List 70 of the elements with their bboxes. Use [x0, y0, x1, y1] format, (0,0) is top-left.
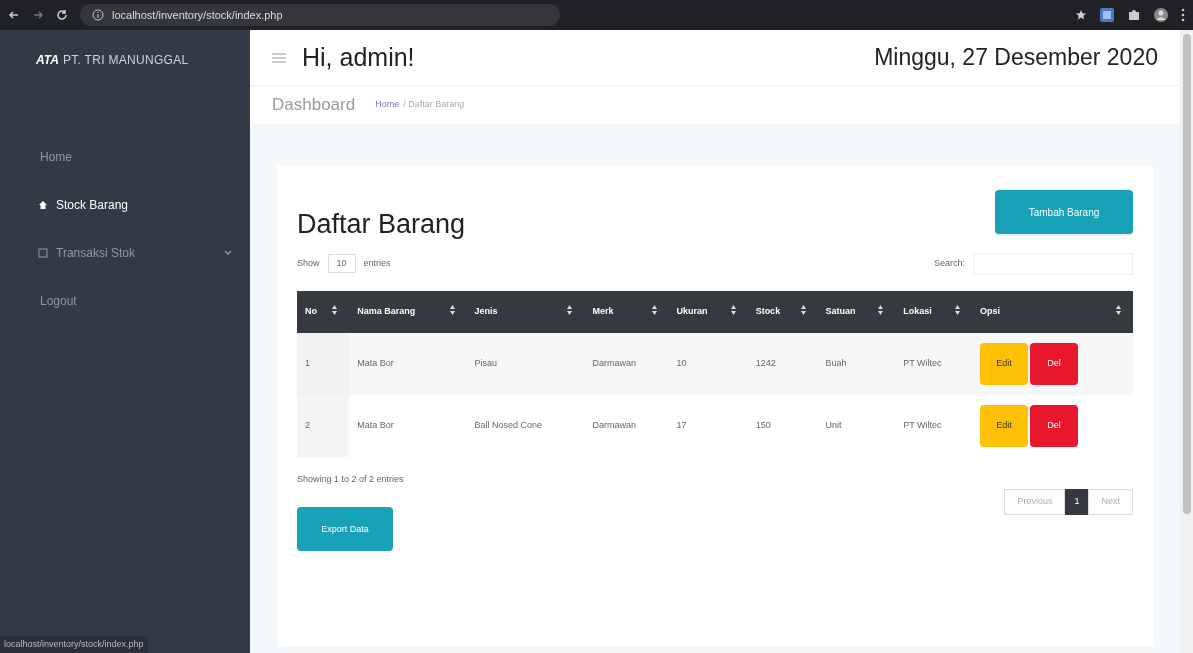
sort-icon[interactable]	[954, 304, 960, 315]
star-icon[interactable]	[1075, 9, 1087, 21]
sidebar-item[interactable]: Logout	[0, 279, 250, 323]
address-bar[interactable]: localhost/inventory/stock/index.php	[80, 4, 560, 26]
table-cell: Buah	[825, 357, 847, 368]
column-header[interactable]: Stock	[755, 304, 810, 319]
sort-icon[interactable]	[332, 304, 338, 315]
forward-icon[interactable]	[32, 9, 44, 21]
table-cell: Ball Nosed Cone	[474, 419, 543, 430]
back-icon[interactable]	[8, 9, 20, 21]
column-header[interactable]: No	[305, 304, 342, 319]
reload-icon[interactable]	[56, 9, 68, 21]
page-button[interactable]: 1	[1065, 488, 1089, 515]
sort-icon[interactable]	[800, 304, 806, 315]
table-cell: 10	[676, 357, 687, 368]
column-header[interactable]: Satuan	[825, 304, 888, 319]
edit-button[interactable]: Edit	[979, 342, 1028, 385]
scrollbar-thumb[interactable]	[1182, 34, 1191, 514]
sidebar-item[interactable]: Stock Barang	[0, 183, 250, 227]
table-cell: 1	[305, 357, 310, 368]
entries-label: entries	[363, 256, 391, 270]
search-label: Search:	[933, 256, 965, 270]
greeting: Hi, admin!	[302, 41, 415, 73]
table-cell: Pisau	[474, 357, 497, 368]
sidebar-item[interactable]: Transaksi Stok	[0, 231, 250, 275]
sort-icon[interactable]	[567, 304, 573, 315]
column-header[interactable]: Jenis	[474, 304, 577, 319]
table-cell: Darmawan	[592, 357, 636, 368]
table-cell: 150	[755, 419, 771, 430]
sort-icon[interactable]	[651, 304, 657, 315]
brand-name: PT. TRI MANUNGGAL	[62, 52, 189, 69]
column-header[interactable]: Ukuran	[676, 304, 740, 319]
column-header[interactable]: Nama Barang	[357, 304, 459, 319]
page-size-select[interactable]: 10	[327, 253, 356, 274]
sort-icon[interactable]	[878, 304, 884, 315]
table-cell: Darmawan	[592, 419, 636, 430]
edit-button[interactable]: Edit	[979, 404, 1028, 447]
column-header[interactable]: Opsi	[979, 304, 1125, 319]
table-cell: Mata Bor	[357, 419, 394, 430]
sidebar-item[interactable]: Home	[0, 135, 250, 179]
breadcrumb-text: / Daftar Barang	[403, 98, 465, 112]
breadcrumb-link[interactable]: Home	[375, 98, 400, 112]
delete-button[interactable]: Del	[1029, 404, 1078, 447]
table-cell: PT Wiltec	[903, 419, 942, 430]
show-label: Show	[297, 256, 320, 270]
column-header[interactable]: Lokasi	[903, 304, 964, 319]
status-url: localhost/inventory/stock/index.php	[0, 635, 148, 653]
table-info: Showing 1 to 2 of 2 entries	[297, 472, 404, 486]
table-cell: Mata Bor	[357, 357, 394, 368]
sort-icon[interactable]	[1116, 304, 1121, 315]
url-text: localhost/inventory/stock/index.php	[112, 7, 283, 23]
home-icon	[38, 200, 48, 210]
brand-logo: ATA	[36, 52, 59, 69]
table-cell: PT Wiltec	[903, 357, 942, 368]
card-title: Daftar Barang	[297, 208, 466, 241]
page-title: Dashboard	[272, 94, 356, 117]
table-cell: Unit	[825, 419, 842, 430]
square-icon	[38, 248, 48, 258]
column-header[interactable]: Merk	[592, 304, 661, 319]
sort-icon[interactable]	[449, 304, 455, 315]
extension-icon[interactable]	[1099, 7, 1115, 23]
profile-icon[interactable]	[1153, 7, 1169, 23]
more-icon[interactable]	[1181, 8, 1185, 22]
date-text: Minggu, 27 Desember 2020	[874, 43, 1158, 73]
table-cell: 1242	[755, 357, 776, 368]
delete-button[interactable]: Del	[1029, 342, 1078, 385]
sort-icon[interactable]	[730, 304, 736, 315]
info-icon[interactable]	[92, 9, 104, 21]
table-cell: 2	[305, 419, 310, 430]
table-cell: 17	[676, 419, 687, 430]
